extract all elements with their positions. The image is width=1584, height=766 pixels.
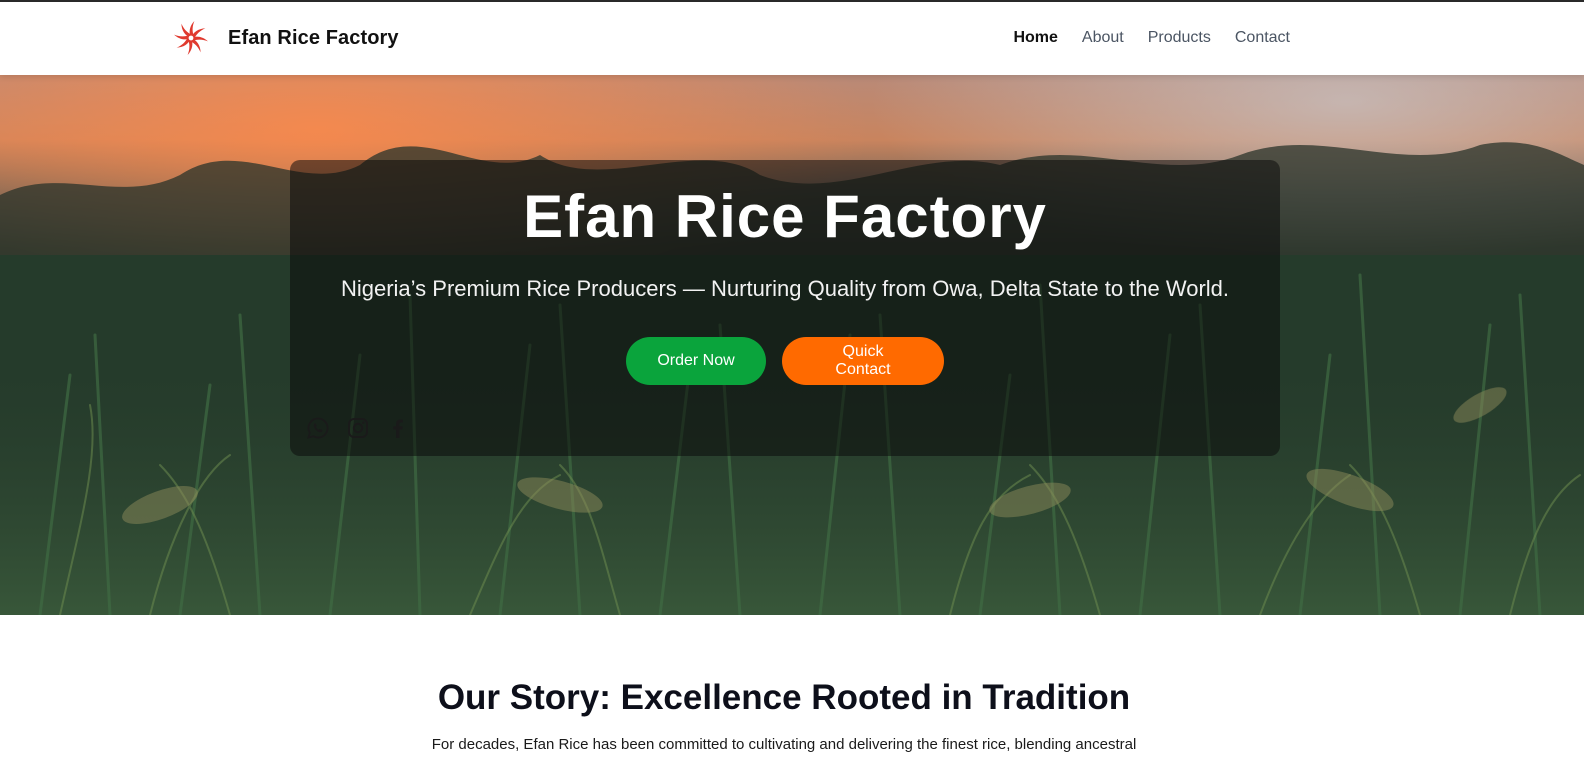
- pinwheel-logo-icon: [174, 21, 208, 55]
- whatsapp-icon[interactable]: [306, 416, 330, 440]
- hero-subtitle: Nigeria’s Premium Rice Producers — Nurtu…: [340, 276, 1230, 301]
- social-links: [306, 416, 410, 440]
- main-nav: Home About Products Contact: [1013, 29, 1290, 47]
- nav-link-contact[interactable]: Contact: [1235, 29, 1290, 47]
- nav-link-home[interactable]: Home: [1013, 29, 1057, 47]
- nav-link-products[interactable]: Products: [1148, 29, 1211, 47]
- hero-buttons: Order Now Quick Contact: [290, 337, 1280, 385]
- brand[interactable]: Efan Rice Factory: [168, 15, 399, 61]
- story-title: Our Story: Excellence Rooted in Traditio…: [437, 678, 1131, 717]
- hero-title: Efan Rice Factory: [523, 183, 1047, 250]
- nav-link-about[interactable]: About: [1082, 29, 1124, 47]
- hero-card: Efan Rice Factory Nigeria’s Premium Rice…: [290, 160, 1280, 456]
- quick-contact-button[interactable]: Quick Contact: [782, 337, 944, 385]
- instagram-icon[interactable]: [346, 416, 370, 440]
- navbar: Efan Rice Factory Home About Products Co…: [0, 2, 1584, 75]
- brand-name: Efan Rice Factory: [228, 26, 399, 49]
- story-text: For decades, Efan Rice has been committe…: [431, 736, 1137, 753]
- facebook-icon[interactable]: [386, 416, 410, 440]
- order-now-button[interactable]: Order Now: [626, 337, 766, 385]
- hero-section: Efan Rice Factory Nigeria’s Premium Rice…: [0, 75, 1584, 615]
